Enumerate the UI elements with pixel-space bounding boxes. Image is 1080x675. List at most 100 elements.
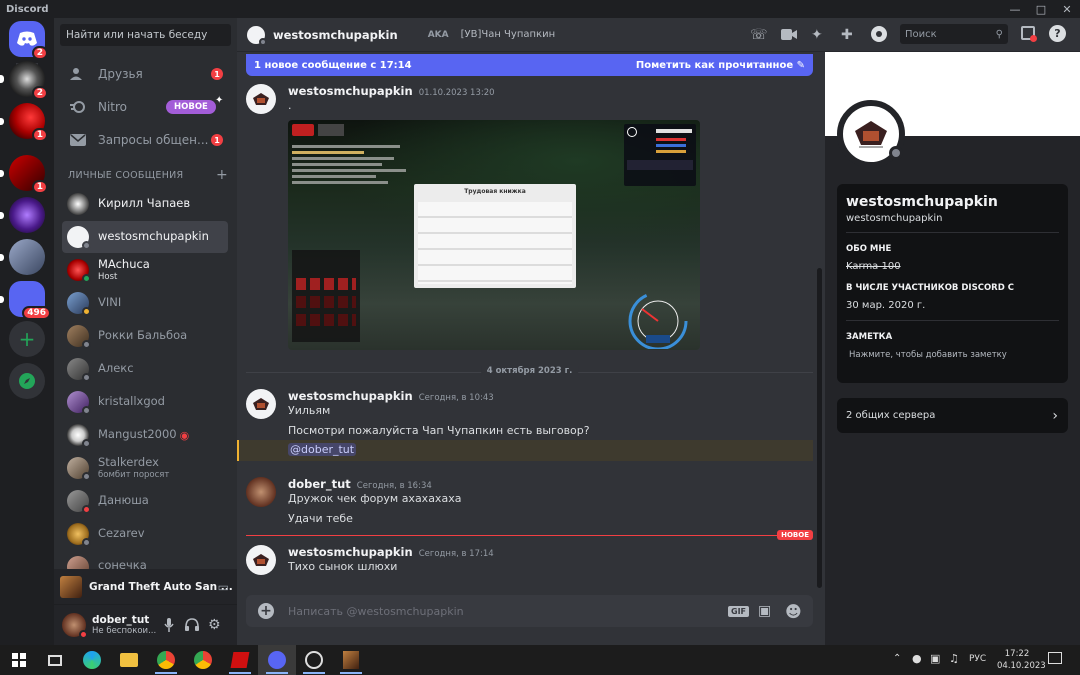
pinned-messages-icon[interactable]: ✦ — [811, 27, 823, 43]
taskbar-app[interactable] — [295, 645, 333, 675]
nav-message-requests[interactable]: Запросы общен... 1 — [62, 126, 229, 154]
server-icon-4[interactable] — [0, 197, 45, 233]
upload-plus-icon[interactable]: + — [258, 603, 274, 619]
tray-mic-icon[interactable]: ● — [912, 652, 922, 665]
tray-volume-icon[interactable]: ♫ — [949, 652, 959, 665]
chevron-right-icon: › — [1052, 407, 1058, 424]
dm-item-selected[interactable]: westosmchupapkin — [62, 221, 228, 253]
unread-pill — [0, 75, 4, 83]
unread-pill — [0, 212, 4, 219]
server-icon-3[interactable]: 1 — [0, 155, 48, 194]
message-input[interactable]: Написать @westosmchupapkin — [288, 605, 464, 618]
message-text: Уильям — [288, 404, 331, 417]
microphone-icon[interactable] — [164, 618, 174, 632]
message-avatar[interactable] — [246, 545, 276, 575]
game-chat-log — [292, 142, 412, 210]
user-profile-toggle-icon[interactable] — [871, 26, 887, 42]
user-avatar[interactable] — [62, 613, 88, 639]
message-text: Удачи тебе — [288, 512, 353, 525]
taskbar-edge[interactable] — [73, 645, 111, 675]
message-avatar[interactable] — [246, 389, 276, 419]
settings-gear-icon[interactable]: ⚙ — [208, 617, 221, 633]
phone-call-icon[interactable]: ☏ — [750, 27, 768, 43]
screen-share-icon[interactable]: ▭ — [218, 580, 229, 594]
status-dot — [82, 307, 91, 316]
server-icon-1[interactable]: 2 — [0, 61, 48, 100]
message-author[interactable]: westosmchupapkin — [288, 389, 413, 403]
message-avatar[interactable] — [246, 84, 276, 114]
game-hud-stats — [624, 124, 696, 186]
title-bar: Discord — □ ✕ — [0, 0, 1080, 18]
dm-item[interactable]: Mangust2000 ◉ — [62, 419, 228, 451]
profile-avatar[interactable] — [837, 100, 905, 168]
help-icon[interactable]: ? — [1049, 25, 1066, 42]
dm-item[interactable]: kristallxgod — [62, 386, 228, 418]
app-title: Discord — [6, 3, 49, 15]
dm-item[interactable]: Stalkerdex бомбит поросят — [62, 452, 228, 484]
server-icon-5[interactable] — [0, 239, 45, 275]
taskbar-game-launcher[interactable] — [221, 645, 259, 675]
dm-item[interactable]: Cezarev — [62, 518, 228, 550]
tray-language[interactable]: РУС — [969, 654, 986, 664]
home-button[interactable]: 2 — [9, 21, 48, 60]
dm-item[interactable]: Рокки Бальбоа — [62, 320, 228, 352]
video-call-icon[interactable] — [781, 29, 797, 40]
nitro-icon — [68, 100, 88, 114]
taskbar-discord[interactable] — [258, 645, 296, 675]
dm-item[interactable]: MAchuca Host — [62, 254, 228, 286]
add-server-button[interactable]: + — [9, 321, 45, 357]
dm-item[interactable]: Данюша — [62, 485, 228, 517]
notifications-icon[interactable] — [1048, 652, 1062, 664]
task-view-button[interactable] — [36, 645, 74, 675]
dm-item[interactable]: сонечка — [62, 551, 228, 569]
dm-item[interactable]: Кирилл Чапаев — [62, 188, 228, 220]
profile-username: westosmchupapkin — [846, 213, 943, 224]
message-author[interactable]: westosmchupapkin — [288, 545, 413, 559]
taskbar-gta[interactable] — [332, 645, 370, 675]
nav-nitro[interactable]: Nitro НОВОЕ ✦ — [62, 93, 229, 121]
close-icon[interactable]: ✕ — [1054, 0, 1080, 18]
mark-as-read-button[interactable]: Пометить как прочитанное ✎ — [636, 60, 805, 71]
tray-battery-icon[interactable]: ▣ — [930, 652, 940, 665]
chat-search-placeholder: Поиск — [905, 28, 937, 40]
message-avatar[interactable] — [246, 477, 276, 507]
server-icon-2[interactable]: 1 — [0, 103, 48, 142]
dm-name: MAchuca — [98, 257, 150, 272]
image-attachment[interactable]: Трудовая книжка — [288, 120, 700, 350]
gif-button[interactable]: GIF — [728, 605, 750, 617]
activity-panel[interactable]: Grand Theft Auto San ... ▭ — [54, 569, 237, 605]
chat-scrollbar[interactable] — [817, 268, 822, 588]
find-conversation-input[interactable]: Найти или начать беседу — [60, 24, 231, 46]
emoji-icon[interactable]: ☻ — [785, 602, 802, 621]
status-dot — [82, 406, 91, 415]
tray-chevron-icon[interactable]: ⌃ — [893, 653, 901, 664]
minimize-icon[interactable]: — — [1002, 0, 1028, 18]
note-input[interactable]: Нажмите, чтобы добавить заметку — [849, 350, 1007, 360]
sticker-icon[interactable]: ▣ — [758, 603, 771, 619]
taskbar-chrome-1[interactable] — [147, 645, 185, 675]
tray-clock[interactable]: 17:22 04.10.2023 — [997, 648, 1046, 672]
message-author[interactable]: dober_tut — [288, 477, 351, 491]
dm-item[interactable]: VINI — [62, 287, 228, 319]
emblem-icon — [253, 93, 269, 105]
message-author[interactable]: westosmchupapkin — [288, 84, 413, 98]
gta-icon — [343, 651, 359, 669]
user-mention[interactable]: @dober_tut — [288, 443, 357, 456]
inbox-icon[interactable] — [1021, 26, 1037, 42]
new-messages-bar[interactable]: 1 новое сообщение с 17:14 Пометить как п… — [246, 54, 813, 76]
dm-item[interactable]: Алекс — [62, 353, 228, 385]
chat-search-input[interactable]: Поиск ⚲ — [900, 24, 1008, 44]
add-friend-icon[interactable]: ✚ — [841, 27, 853, 43]
server-folder[interactable]: 496 — [0, 281, 51, 320]
maximize-icon[interactable]: □ — [1028, 0, 1054, 18]
nav-friends[interactable]: Друзья 1 — [62, 60, 229, 88]
status-dot — [82, 373, 91, 382]
create-dm-icon[interactable]: + — [216, 167, 228, 183]
taskbar-explorer[interactable] — [110, 645, 148, 675]
taskbar-chrome-2[interactable] — [184, 645, 222, 675]
start-button[interactable] — [0, 645, 38, 675]
headphones-icon[interactable] — [185, 618, 199, 632]
mutual-servers-button[interactable]: 2 общих сервера › — [837, 398, 1068, 433]
sparkle-icon: ✦ — [215, 95, 224, 106]
explore-servers-button[interactable] — [9, 363, 45, 399]
